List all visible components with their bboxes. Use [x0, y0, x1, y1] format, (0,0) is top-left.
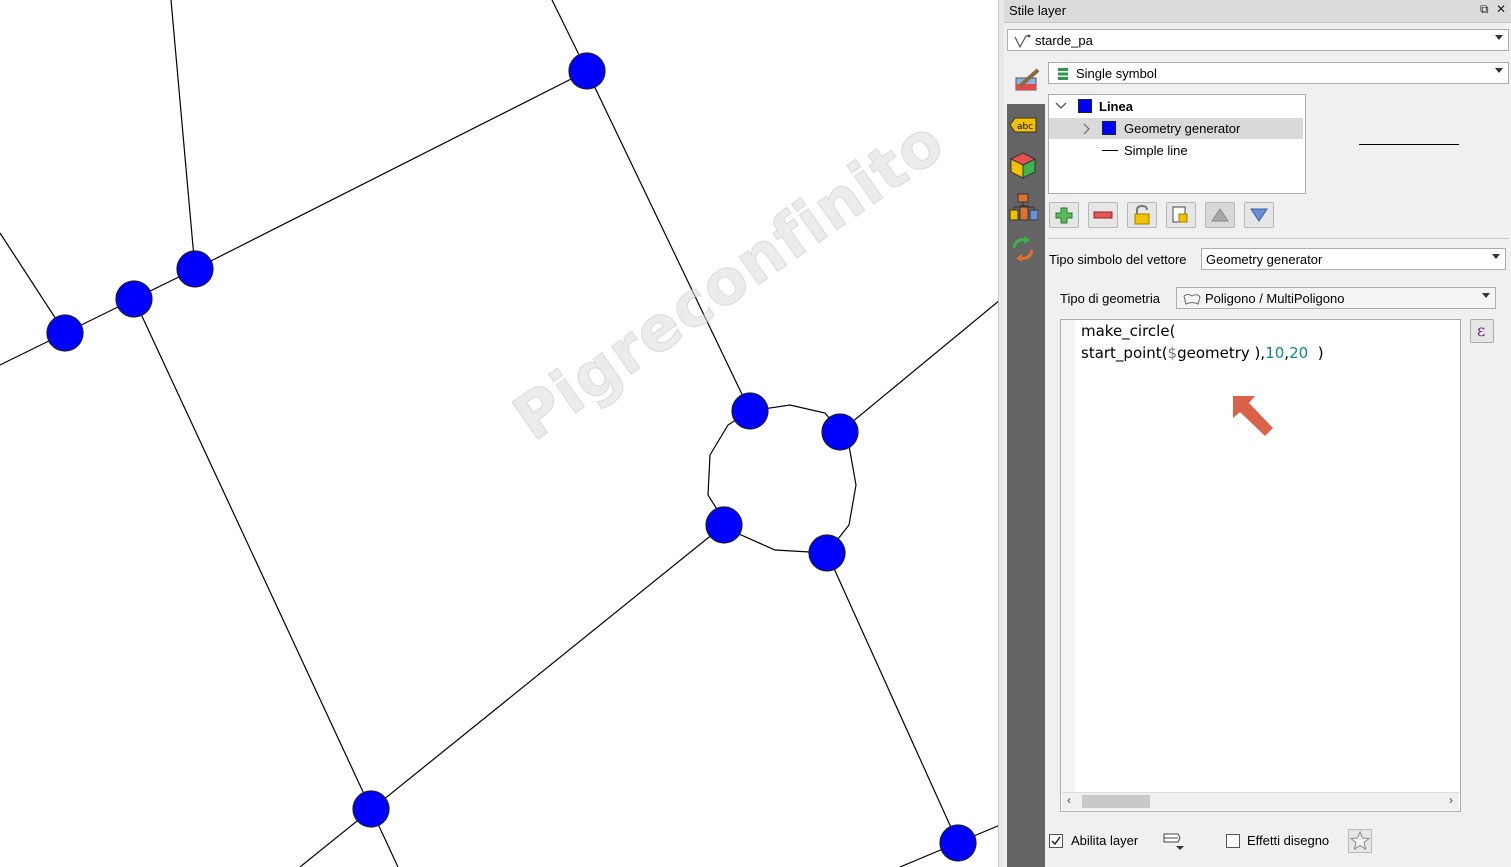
tree-item-root[interactable]: Linea: [1049, 96, 1303, 117]
duplicate-symbol-layer-icon[interactable]: [1166, 202, 1196, 228]
road-line: [170, 0, 196, 270]
check-icon: [1051, 836, 1061, 846]
symbol-preview: [1359, 144, 1459, 145]
chevron-down-icon: [1495, 68, 1503, 73]
expression-builder-button[interactable]: ε: [1470, 319, 1494, 343]
star-icon: [1349, 830, 1371, 851]
symbol-type-select[interactable]: Geometry generator: [1201, 248, 1506, 270]
expression-editor[interactable]: make_circle( start_point($geometry ),10,…: [1060, 319, 1461, 812]
move-up-icon[interactable]: [1205, 202, 1235, 228]
effects-star-button[interactable]: [1348, 829, 1372, 853]
epsilon-icon: ε: [1477, 321, 1486, 340]
panel-title: Stile layer: [1009, 3, 1067, 18]
layer-style-menu-icon[interactable]: [1160, 830, 1186, 852]
scroll-thumb[interactable]: [1082, 795, 1150, 808]
node-point: [731, 392, 769, 430]
3d-view-icon[interactable]: [1008, 150, 1038, 180]
line-symbol-icon: [1102, 150, 1118, 151]
geometry-type-select[interactable]: Poligono / MultiPoligono: [1176, 287, 1496, 309]
enable-layer-checkbox[interactable]: [1049, 834, 1063, 848]
renderer-select-value: Single symbol: [1076, 66, 1157, 81]
remove-symbol-layer-icon[interactable]: [1088, 202, 1118, 228]
map-canvas[interactable]: Pigreconfinito: [0, 0, 1000, 867]
enable-layer-label: Abilita layer: [1071, 833, 1139, 848]
chevron-down-icon: [1482, 293, 1490, 298]
chevron-down-icon: [1492, 254, 1500, 259]
node-point: [46, 314, 84, 352]
chevron-right-icon[interactable]: [1082, 123, 1092, 135]
panel-titlebar: Stile layer ⧉ ✕: [1004, 0, 1511, 23]
map-svg: [0, 0, 1000, 867]
road-line: [826, 552, 959, 844]
layer-select[interactable]: starde_pa: [1007, 29, 1509, 51]
road-line: [133, 298, 372, 810]
symbol-layer-tree: Linea Geometry generator Simple line: [1048, 94, 1306, 194]
labels-abc-icon[interactable]: abc: [1008, 110, 1038, 140]
effects-label: Effetti disegno: [1247, 833, 1330, 848]
layer-styling-panel: Stile layer ⧉ ✕ starde_pa abc Single sym…: [1004, 0, 1511, 867]
tree-child-label: Geometry generator: [1124, 121, 1241, 136]
road-line: [839, 299, 1000, 433]
node-point: [352, 790, 390, 828]
node-point: [176, 250, 214, 288]
code-line-1: make_circle(: [1081, 322, 1176, 340]
single-symbol-icon: [1058, 68, 1068, 80]
color-swatch: [1102, 121, 1116, 135]
tree-root-label: Linea: [1099, 99, 1133, 114]
polygon-icon: [1183, 294, 1201, 305]
node-point: [939, 824, 977, 862]
layer-select-value: starde_pa: [1035, 33, 1093, 48]
node-point: [568, 52, 606, 90]
diagrams-icon[interactable]: [1008, 192, 1038, 222]
color-swatch: [1078, 99, 1092, 113]
add-symbol-layer-icon[interactable]: [1049, 202, 1079, 228]
tree-child-label: Simple line: [1124, 143, 1188, 158]
svg-text:abc: abc: [1017, 122, 1033, 132]
symbol-type-label: Tipo simbolo del vettore: [1049, 252, 1187, 267]
divider: [1048, 238, 1509, 239]
editor-hscrollbar[interactable]: ‹ ›: [1062, 792, 1459, 810]
geometry-type-value: Poligono / MultiPoligono: [1205, 291, 1345, 306]
node-point: [821, 413, 859, 451]
editor-gutter: [1061, 320, 1075, 795]
node-point: [115, 280, 153, 318]
effects-checkbox[interactable]: [1226, 834, 1240, 848]
line-layer-icon: [1014, 34, 1031, 49]
chevron-down-icon[interactable]: [1055, 101, 1067, 111]
arrow-annotation-icon: [1233, 396, 1273, 436]
scroll-right-icon[interactable]: ›: [1449, 793, 1453, 807]
chevron-down-icon: [1495, 35, 1503, 40]
move-down-icon[interactable]: [1244, 202, 1274, 228]
close-icon[interactable]: ✕: [1496, 2, 1506, 16]
geometry-type-label: Tipo di geometria: [1060, 291, 1160, 306]
renderer-select[interactable]: Single symbol: [1048, 62, 1509, 84]
node-point: [808, 534, 846, 572]
scroll-left-icon[interactable]: ‹: [1067, 793, 1071, 807]
road-line: [0, 268, 196, 366]
road-line: [194, 70, 588, 270]
tree-item-simple-line[interactable]: Simple line: [1049, 140, 1303, 161]
code-line-2: start_point($geometry ),10,20 ): [1081, 344, 1324, 362]
restore-icon[interactable]: ⧉: [1480, 2, 1489, 17]
symbology-brush-icon[interactable]: [1012, 66, 1042, 96]
history-icon[interactable]: [1008, 234, 1038, 264]
node-point: [705, 506, 743, 544]
symbol-type-value: Geometry generator: [1206, 252, 1323, 267]
tree-item-geometry-generator[interactable]: Geometry generator: [1049, 118, 1303, 139]
lock-color-icon[interactable]: [1127, 202, 1157, 228]
